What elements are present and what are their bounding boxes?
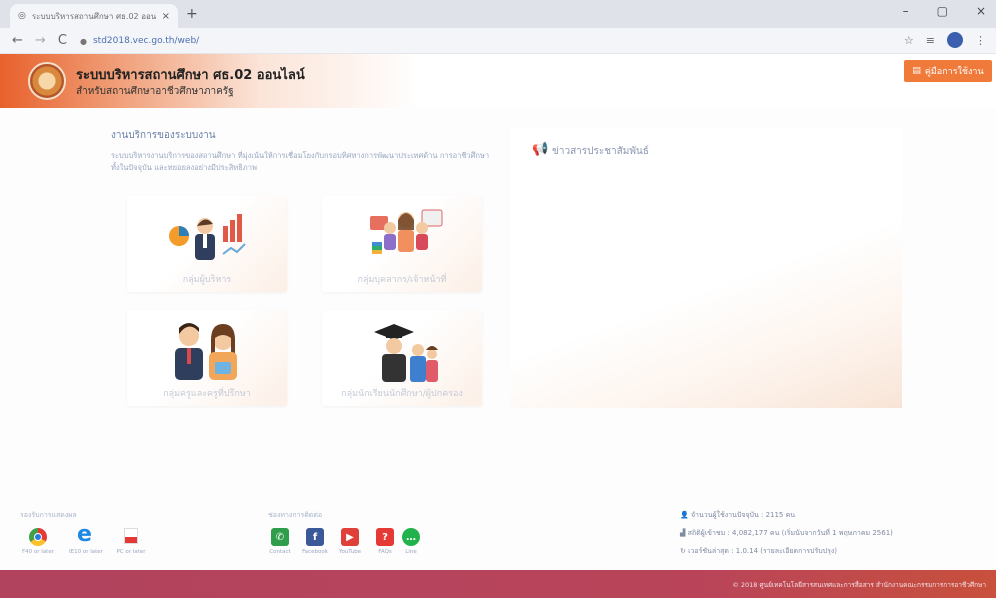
news-title: ข่าวสารประชาสัมพันธ์ (552, 146, 649, 157)
new-tab-button[interactable]: + (186, 6, 198, 22)
address-bar[interactable]: ● std2018.vec.go.th/web/ (80, 32, 900, 50)
tab-favicon-icon: ◎ (18, 11, 26, 21)
card-administrators-label: กลุ่มผู้บริหาร (182, 275, 232, 285)
footer-bar: © 2018 ศูนย์เทคโนโลยีสารสนเทศและการสื่อส… (0, 570, 996, 598)
pdf-caption: PC or later (116, 549, 146, 555)
reload-button[interactable]: C (58, 33, 67, 48)
version-text: เวอร์ชันล่าสุด : 1.0.14 (รายละเอียดการปร… (688, 547, 837, 555)
faq-icon[interactable]: ? (376, 528, 394, 546)
online-users-text: จำนวนผู้ใช้งานปัจจุบัน : 2115 คน (690, 511, 796, 519)
site-title: ระบบบริหารสถานศึกษา ศธ.02 ออนไลน์ (76, 68, 305, 83)
pdf-icon (124, 528, 138, 544)
refresh-icon: ↻ (680, 547, 689, 555)
site-header: ระบบบริหารสถานศึกษา ศธ.02 ออนไลน์ สำหรับ… (0, 54, 996, 108)
chrome-icon (29, 528, 47, 546)
services-description: ระบบบริหารงานบริการของสถานศึกษา ที่มุ่งเ… (111, 151, 490, 172)
user-manual-button[interactable]: ▤ คู่มือการใช้งาน (904, 60, 992, 82)
youtube-icon[interactable]: ▶ (341, 528, 359, 546)
edge-icon: e (77, 522, 92, 547)
site-logo[interactable] (28, 62, 66, 100)
browser-toolbar: ← → C ● std2018.vec.go.th/web/ ☆ ≡ ⋮ (0, 28, 996, 54)
facebook-icon[interactable]: f (306, 528, 324, 546)
forward-button[interactable]: → (35, 33, 46, 48)
megaphone-icon: 📢 (532, 142, 549, 157)
document-icon: ▤ (912, 66, 921, 76)
card-students-label: กลุ่มนักเรียนนักศึกษา/ผู้ปกครอง (341, 389, 463, 399)
facebook-caption: Facebook (302, 549, 328, 555)
close-window-button[interactable]: × (976, 4, 986, 18)
contact-channels-title: ช่องทางการติดต่อ (268, 511, 323, 519)
card-students[interactable]: กลุ่มนักเรียนนักศึกษา/ผู้ปกครอง (322, 310, 482, 406)
version-stat[interactable]: ↻ เวอร์ชันล่าสุด : 1.0.14 (รายละเอียดการ… (680, 546, 837, 557)
supported-browsers-title: รองรับการแสดงผล (20, 511, 77, 519)
site-subtitle: สำหรับสถานศึกษาอาชีวศึกษาภาครัฐ (76, 86, 234, 97)
services-title: งานบริการของระบบงาน (111, 130, 216, 141)
url-text: std2018.vec.go.th/web/ (92, 36, 200, 46)
card-staff-label: กลุ่มบุคลากร/เจ้าหน้าที่ (357, 275, 447, 285)
lock-icon: ● (80, 36, 87, 46)
maximize-button[interactable]: ▢ (937, 4, 948, 18)
visitors-stat: ▟ สถิติผู้เข้าชม : 4,082,177 คน (เริ่มนั… (680, 528, 893, 539)
card-staff[interactable]: กลุ่มบุคลากร/เจ้าหน้าที่ (322, 196, 482, 292)
reading-list-icon[interactable]: ≡ (926, 34, 935, 47)
browser-menu-icon[interactable]: ⋮ (975, 34, 986, 47)
toolbar-right: ☆ ≡ ⋮ (904, 32, 986, 48)
user-manual-label: คู่มือการใช้งาน (924, 67, 984, 77)
edge-caption: IE10 or later (69, 549, 103, 555)
page: ◎ ระบบบริหารสถานศึกษา ศธ.02 ออนไล... × +… (0, 0, 996, 598)
tab-close-icon[interactable]: × (162, 11, 170, 22)
chrome-caption: F40 or later (22, 549, 54, 555)
phone-icon[interactable]: ✆ (271, 528, 289, 546)
line-icon[interactable]: … (402, 528, 420, 546)
window-controls: – ▢ × (903, 4, 986, 18)
visitors-text: สถิติผู้เข้าชม : 4,082,177 คน (เริ่มนับจ… (687, 529, 893, 537)
card-administrators[interactable]: กลุ่มผู้บริหาร (127, 196, 287, 292)
browser-tab-bar: ◎ ระบบบริหารสถานศึกษา ศธ.02 ออนไล... × +… (0, 0, 996, 28)
youtube-caption: YouTube (338, 549, 362, 555)
tab-title: ระบบบริหารสถานศึกษา ศธ.02 ออนไล... (31, 11, 156, 21)
line-caption: Line (405, 549, 417, 555)
back-button[interactable]: ← (12, 33, 23, 48)
card-teachers[interactable]: กลุ่มครูและครูที่ปรึกษา (127, 310, 287, 406)
bar-chart-icon: ▟ (680, 529, 688, 537)
online-users-stat: 👤 จำนวนผู้ใช้งานปัจจุบัน : 2115 คน (680, 510, 795, 521)
minimize-button[interactable]: – (903, 4, 909, 18)
browser-tab[interactable]: ◎ ระบบบริหารสถานศึกษา ศธ.02 ออนไล... × (10, 4, 178, 28)
copyright-text: © 2018 ศูนย์เทคโนโลยีสารสนเทศและการสื่อส… (732, 581, 986, 589)
profile-avatar[interactable] (947, 32, 963, 48)
user-icon: 👤 (680, 511, 691, 519)
card-teachers-label: กลุ่มครูและครูที่ปรึกษา (163, 389, 251, 399)
news-panel: 📢 ข่าวสารประชาสัมพันธ์ (510, 128, 902, 408)
contact-caption: Contact (269, 549, 291, 555)
bookmark-star-icon[interactable]: ☆ (904, 34, 914, 47)
